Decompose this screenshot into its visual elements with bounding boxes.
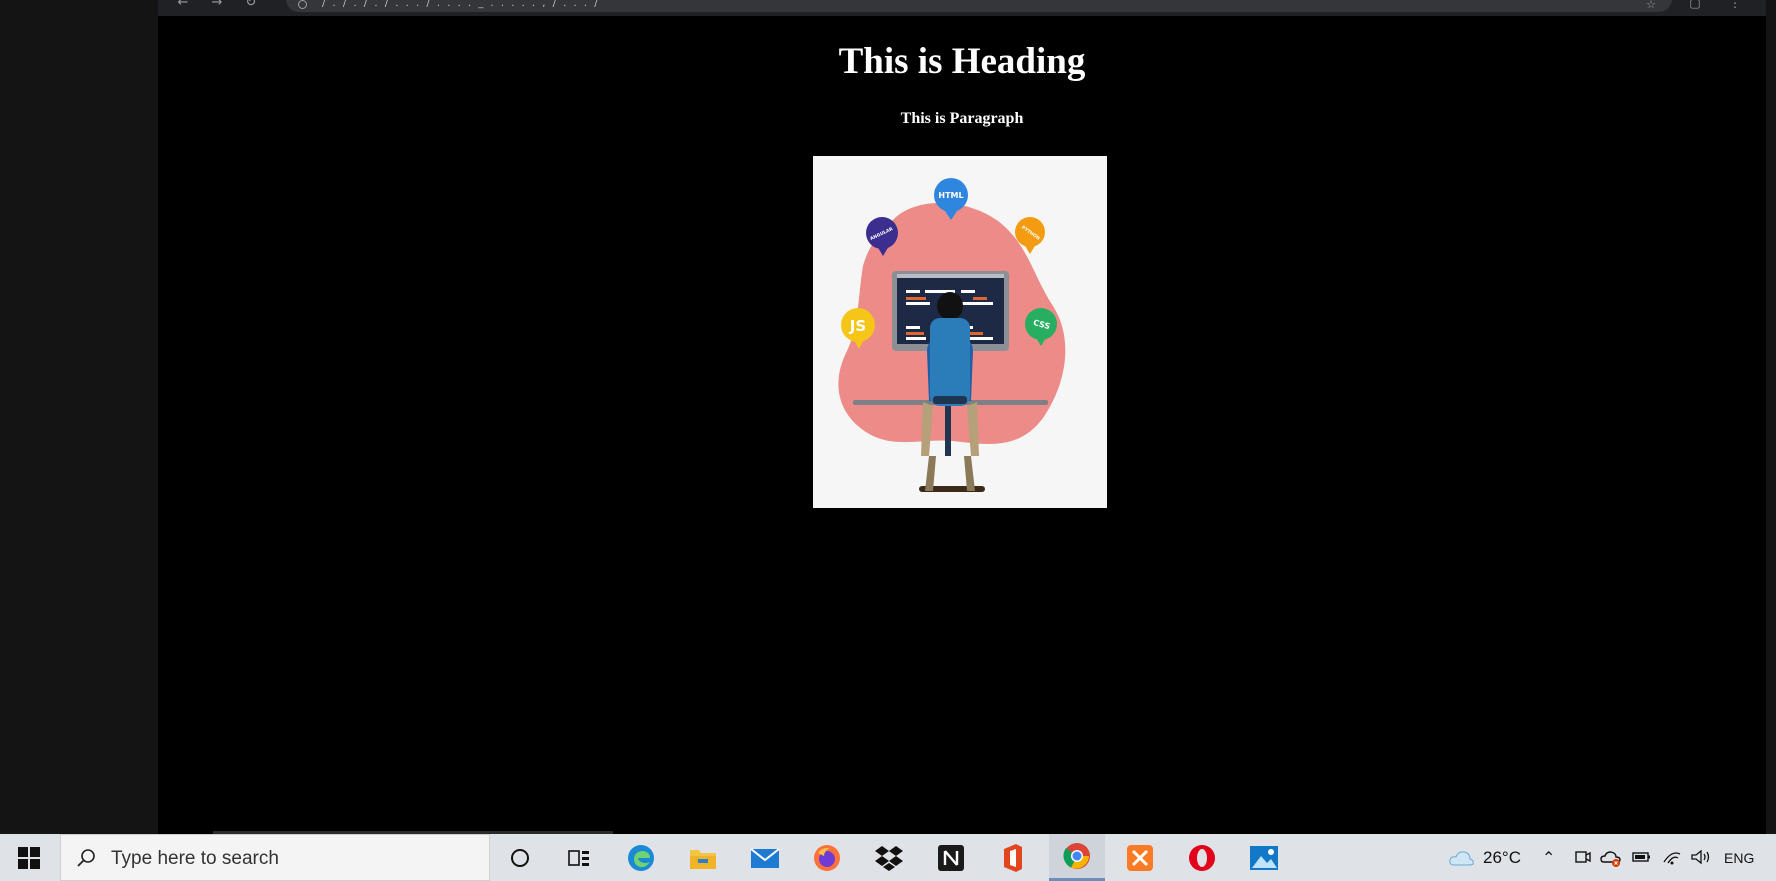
desktop-right-edge <box>1766 0 1776 834</box>
battery-icon[interactable] <box>1632 848 1652 868</box>
js-badge-label: JS <box>849 317 866 335</box>
menu-icon[interactable]: ⋮ <box>1728 0 1742 10</box>
onedrive-error-icon[interactable] <box>1600 848 1621 868</box>
file-explorer-icon[interactable] <box>688 843 718 873</box>
task-view-icon[interactable] <box>564 843 594 873</box>
chrome-icon[interactable] <box>1049 834 1105 881</box>
weather-temperature[interactable]: 26°C <box>1483 848 1521 868</box>
cortana-icon[interactable] <box>505 843 535 873</box>
address-bar-url[interactable]: / . / . / . / . . . / . . . . _ . . . . … <box>322 0 882 11</box>
search-placeholder: Type here to search <box>111 848 279 869</box>
opera-icon[interactable] <box>1187 843 1217 873</box>
notion-icon[interactable] <box>936 843 966 873</box>
weather-cloud-icon[interactable] <box>1448 848 1474 868</box>
browser-window: ← → ↻ / . / . / . / . . . / . . . . _ . … <box>158 0 1766 834</box>
edge-icon[interactable] <box>626 843 656 873</box>
meet-now-icon[interactable] <box>1574 848 1594 868</box>
taskbar: Type here to search 26°C ⌃ ENG <box>0 834 1776 881</box>
screen: ← → ↻ / . / . / . / . . . / . . . . _ . … <box>0 0 1776 881</box>
mail-icon[interactable] <box>750 843 780 873</box>
windows-start-icon[interactable] <box>18 847 40 869</box>
xampp-icon[interactable] <box>1125 843 1155 873</box>
back-icon[interactable]: ← <box>176 0 190 10</box>
page-paragraph: This is Paragraph <box>900 110 1024 127</box>
address-bar[interactable]: / . / . / . / . . . / . . . . _ . . . . … <box>286 0 1672 12</box>
search-icon <box>77 849 95 867</box>
volume-icon[interactable] <box>1690 848 1710 868</box>
web-page: This is Heading This is Paragraph HTML A… <box>158 16 1766 834</box>
photos-icon[interactable] <box>1249 843 1279 873</box>
desktop-left-edge <box>0 0 158 834</box>
site-info-icon[interactable] <box>298 0 307 9</box>
html-badge-label: HTML <box>938 191 963 200</box>
dropbox-icon[interactable] <box>874 843 904 873</box>
tab-search-icon[interactable]: ▢ <box>1688 0 1702 10</box>
reload-icon[interactable]: ↻ <box>244 0 258 10</box>
office-icon[interactable] <box>998 843 1028 873</box>
language-indicator[interactable]: ENG <box>1724 850 1754 866</box>
forward-icon[interactable]: → <box>210 0 224 10</box>
developer-illustration-art: HTML ANGULAR PYTHON JS CSS <box>838 178 1066 492</box>
wifi-icon[interactable] <box>1662 848 1682 868</box>
chevron-up-icon[interactable]: ⌃ <box>1542 848 1562 868</box>
developer-illustration: HTML ANGULAR PYTHON JS CSS <box>813 156 1107 508</box>
browser-toolbar: ← → ↻ / . / . / . / . . . / . . . . _ . … <box>158 0 1766 16</box>
taskbar-search-box[interactable]: Type here to search <box>60 834 490 881</box>
firefox-icon[interactable] <box>812 843 842 873</box>
page-heading: This is Heading <box>838 41 1086 82</box>
bookmark-star-icon[interactable]: ☆ <box>1646 0 1656 11</box>
